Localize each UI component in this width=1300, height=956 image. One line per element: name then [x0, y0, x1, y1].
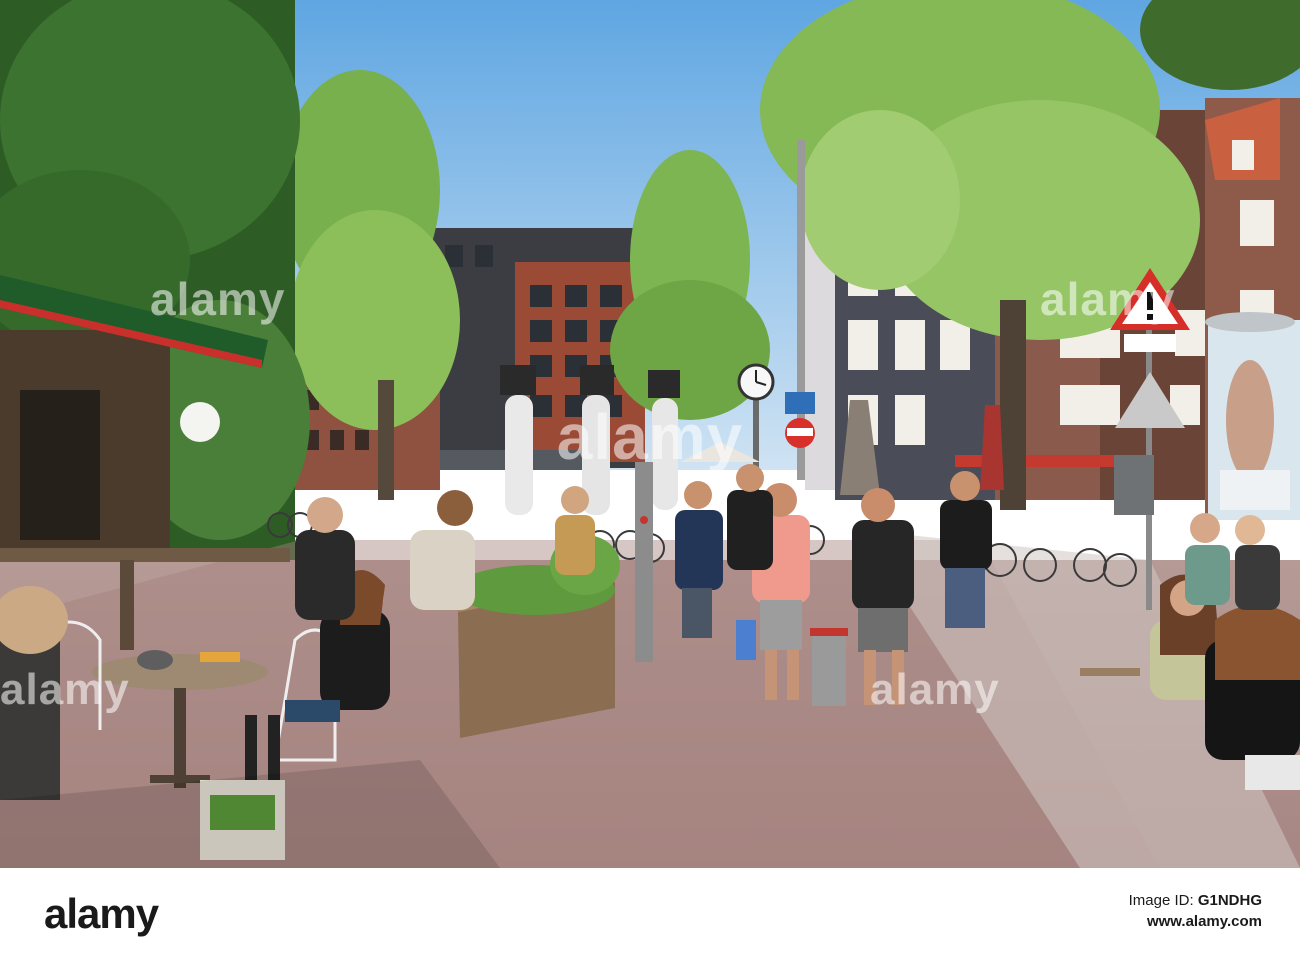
site-url[interactable]: www.alamy.com	[1129, 911, 1262, 932]
footer-bar: alamy Image ID: G1NDHG www.alamy.com	[0, 868, 1300, 956]
image-id: G1NDHG	[1197, 892, 1262, 909]
image-id-line: Image ID: G1NDHG	[1129, 890, 1262, 911]
bollard	[812, 628, 846, 706]
metal-post	[635, 462, 653, 662]
watermark-text: alamy	[150, 273, 286, 325]
image-stage: alamy alamy alamy alamy alamy alamy Imag…	[0, 0, 1300, 956]
watermark-text: alamy	[0, 665, 130, 714]
footer-meta: Image ID: G1NDHG www.alamy.com	[1129, 890, 1262, 932]
alamy-logo: alamy	[44, 890, 159, 937]
watermark-text: alamy	[556, 401, 744, 473]
watermark-text: alamy	[870, 665, 1000, 714]
image-id-label: Image ID:	[1128, 892, 1194, 909]
watermark-text: alamy	[1040, 273, 1176, 325]
blue-bag	[736, 620, 756, 660]
